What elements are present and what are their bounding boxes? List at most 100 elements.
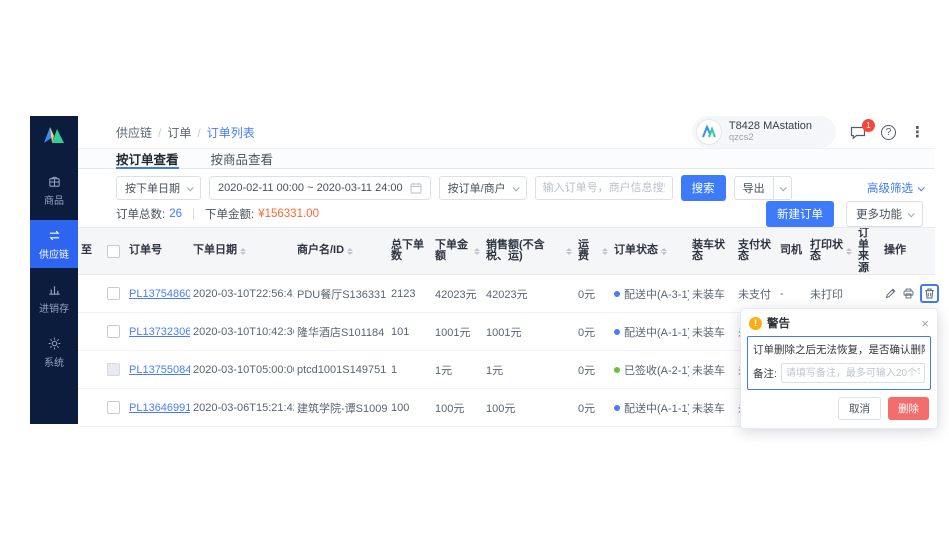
close-icon[interactable]: × [921, 317, 929, 330]
export-button[interactable]: 导出 [734, 176, 792, 200]
sort-icon[interactable] [474, 248, 480, 255]
header-checkbox-cell [100, 228, 126, 275]
cell-qty: 101 [388, 313, 432, 351]
header-order-source: 订单来源 [855, 228, 881, 275]
note-input[interactable] [781, 363, 925, 383]
cell-amount: 42023元 [432, 275, 483, 313]
date-type-label: 按下单日期 [125, 180, 180, 196]
divider: | [192, 208, 195, 220]
tab-order-view[interactable]: 按订单查看 [116, 149, 179, 168]
chevron-down-icon [187, 184, 194, 191]
header-pay-status: 支付状态 [735, 228, 777, 275]
select-all-checkbox[interactable] [107, 245, 120, 258]
header-print-status[interactable]: 打印状态 [807, 228, 855, 275]
cell-order-no: PL13646991 [126, 389, 190, 427]
row-checkbox-disabled [107, 363, 120, 376]
row-checkbox[interactable] [107, 325, 120, 338]
status-dot [614, 291, 620, 297]
row-checkbox[interactable] [107, 401, 120, 414]
note-row: 备注: [753, 363, 925, 383]
sort-icon[interactable] [240, 248, 246, 255]
user-pill[interactable]: T8428 MAstation qzcs2 [692, 116, 836, 148]
delete-button[interactable]: 删除 [888, 397, 929, 420]
order-link[interactable]: PL13646991 [129, 402, 190, 414]
status-dot [614, 405, 620, 411]
cell-order-status: 已签收(A-2-1) [611, 351, 689, 389]
cell-sales: 42023元 [483, 275, 575, 313]
supply-chain-icon [47, 228, 62, 243]
app-logo[interactable] [42, 125, 66, 150]
more-actions-button[interactable]: 更多功能 [846, 201, 923, 227]
order-link[interactable]: PL13754860 [129, 288, 190, 300]
new-order-button[interactable]: 新建订单 [766, 201, 834, 227]
sidebar-item-label: 商品 [44, 192, 64, 207]
sidebar-item-system[interactable]: 系统 [30, 328, 78, 376]
date-range-input[interactable]: 2020-02-11 00:00 ~ 2020-03-11 24:00 [209, 176, 431, 200]
cell-qty: 2123 [388, 275, 432, 313]
date-type-select[interactable]: 按下单日期 [116, 176, 201, 200]
sort-icon[interactable] [846, 248, 852, 255]
sort-icon[interactable] [566, 248, 572, 255]
sidebar-item-goods[interactable]: 商品 [30, 166, 78, 214]
search-button[interactable]: 搜索 [681, 175, 726, 201]
messages-button[interactable]: 1 [850, 125, 867, 140]
header-sales[interactable]: 销售额(不含税、运) [483, 228, 575, 275]
header-extra: 至 [78, 228, 100, 275]
message-badge: 1 [862, 119, 875, 132]
header-qty: 总下单数 [388, 228, 432, 275]
cell-checkbox [100, 313, 126, 351]
header-freight[interactable]: 运费 [575, 228, 611, 275]
breadcrumb-item[interactable]: 订单 [167, 124, 206, 141]
header-driver: 司机 [777, 228, 807, 275]
cell-order-source [855, 275, 881, 313]
cancel-button[interactable]: 取消 [838, 397, 881, 420]
cell-order-date: 2020-03-10T22:56:41 [190, 275, 294, 313]
help-button[interactable]: ? [881, 125, 896, 140]
more-menu-button[interactable]: ⋮ [910, 123, 925, 141]
tab-product-view[interactable]: 按商品查看 [211, 149, 274, 168]
cell-merchant: 隆华酒店S101184 [294, 313, 388, 351]
header-merchant[interactable]: 商户名/ID [294, 228, 388, 275]
chevron-down-icon [908, 210, 915, 217]
breadcrumb-item[interactable]: 供应链 [116, 124, 167, 141]
cell-driver: - [777, 275, 807, 313]
summary-bar: 订单总数: 26 | 下单金额: ¥156331.00 新建订单 更多功能 [78, 201, 935, 227]
sort-icon[interactable] [661, 248, 667, 255]
more-actions-label: 更多功能 [856, 206, 902, 222]
header-order-status[interactable]: 订单状态 [611, 228, 689, 275]
dialog-title: 警告 [767, 315, 790, 331]
cell-pay-status: 未支付 [735, 275, 777, 313]
search-type-select[interactable]: 按订单/商户 [439, 176, 527, 200]
edit-icon[interactable] [884, 287, 897, 300]
row-checkbox[interactable] [107, 287, 120, 300]
sidebar-item-inventory[interactable]: 进销存 [30, 274, 78, 322]
table-header-row: 至 订单号 下单日期 商户名/ID 总下单数 下单金额 销售额(不含税、运) 运… [78, 228, 935, 275]
cell-extra [78, 351, 100, 389]
cell-checkbox [100, 389, 126, 427]
sidebar-item-supply-chain[interactable]: 供应链 [30, 220, 78, 268]
delete-icon[interactable] [920, 284, 939, 303]
order-link[interactable]: PL13732306 [129, 326, 190, 338]
sort-icon[interactable] [602, 248, 608, 255]
advanced-filter-link[interactable]: 高级筛选 [867, 180, 923, 196]
cell-checkbox [100, 275, 126, 313]
inventory-icon [47, 282, 62, 297]
cell-print-status: 未打印 [807, 275, 855, 313]
sort-icon[interactable] [347, 248, 353, 255]
order-link[interactable]: PL13755084 [129, 364, 190, 376]
search-input[interactable] [535, 176, 673, 200]
export-dropdown-toggle[interactable] [773, 177, 791, 199]
cell-order-date: 2020-03-10T05:00:00 [190, 351, 294, 389]
cell-order-status: 配送中(A-1-1) [611, 389, 689, 427]
header-order-date[interactable]: 下单日期 [190, 228, 294, 275]
print-icon[interactable] [902, 287, 915, 300]
cell-merchant: ptcd1001S149751 [294, 351, 388, 389]
breadcrumb: 供应链 订单 订单列表 [116, 124, 255, 141]
top-bar: 供应链 订单 订单列表 T8428 MAstation [78, 116, 935, 148]
cell-order-no: PL13754860 [126, 275, 190, 313]
cell-merchant: 建筑学院-谭S100901 [294, 389, 388, 427]
user-subname: qzcs2 [729, 133, 812, 144]
dialog-header: ! 警告 × [741, 309, 937, 336]
header-amount[interactable]: 下单金额 [432, 228, 483, 275]
cell-sales: 1001元 [483, 313, 575, 351]
